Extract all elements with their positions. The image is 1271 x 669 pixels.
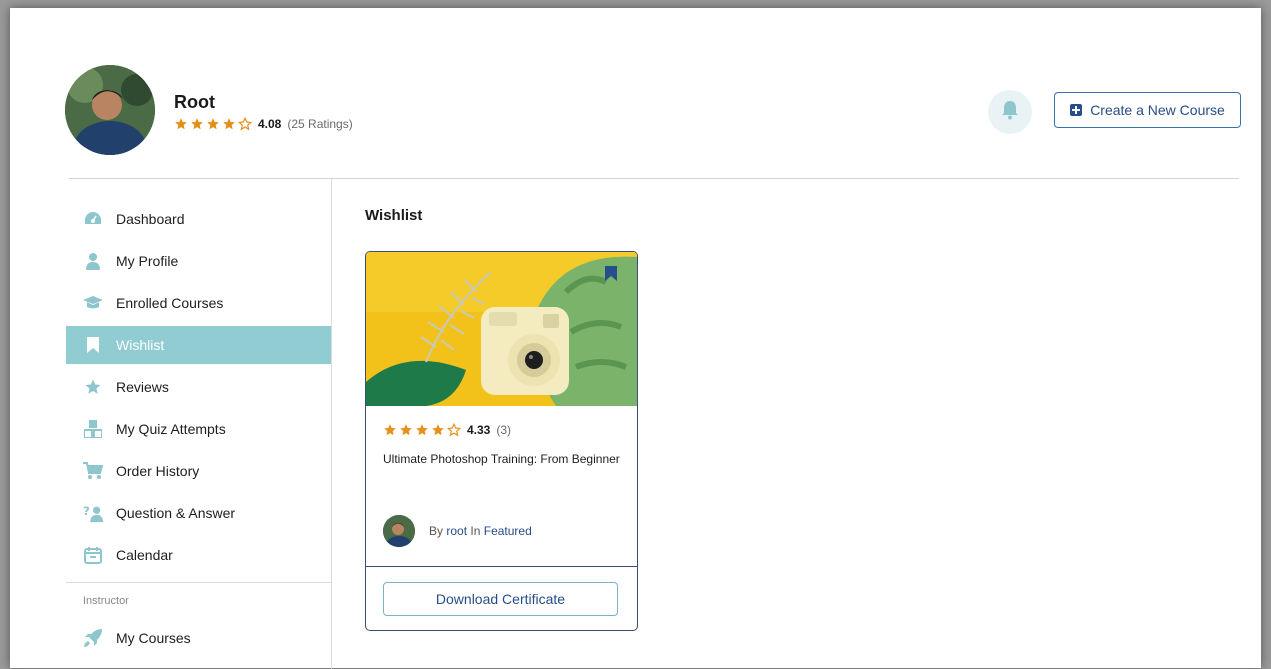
sidebar-item-dashboard[interactable]: Dashboard xyxy=(66,200,331,238)
sidebar-item-label: Question & Answer xyxy=(116,505,236,521)
course-title[interactable]: Ultimate Photoshop Training: From Beginn… xyxy=(383,449,623,470)
star-filled-icon xyxy=(431,423,445,437)
page-title: Wishlist xyxy=(365,207,423,224)
sidebar-divider xyxy=(331,179,332,669)
notification-button[interactable] xyxy=(988,90,1032,134)
course-card[interactable]: 4.33 (3) Ultimate Photoshop Training: Fr… xyxy=(365,251,638,631)
star-filled-icon xyxy=(206,117,220,131)
sidebar-item-label: Order History xyxy=(116,463,200,479)
user-rating-value: 4.08 xyxy=(258,117,282,131)
sidebar-item-wishlist[interactable]: Wishlist xyxy=(66,326,331,364)
bookmark-icon xyxy=(83,335,103,355)
course-rating: 4.33 (3) xyxy=(383,422,512,437)
calendar-icon xyxy=(83,545,103,565)
course-author: By root In Featured xyxy=(383,515,532,547)
sidebar-item-label: Dashboard xyxy=(116,211,185,227)
create-course-button[interactable]: Create a New Course xyxy=(1054,92,1241,128)
sidebar-nav: Dashboard My Profile Enrolled Courses Wi… xyxy=(66,200,331,661)
sidebar-item-my-profile[interactable]: My Profile xyxy=(66,242,331,280)
user-name: Root xyxy=(174,92,215,112)
author-prefix: By xyxy=(429,524,444,538)
sidebar-section-instructor: Instructor xyxy=(83,595,129,607)
dashboard-icon xyxy=(83,209,103,229)
sidebar-item-calendar[interactable]: Calendar xyxy=(66,536,331,574)
graduation-cap-icon xyxy=(83,293,103,313)
category-link[interactable]: Featured xyxy=(484,524,532,538)
header-divider xyxy=(69,178,1239,179)
sidebar-item-label: My Courses xyxy=(116,630,191,646)
profile-avatar[interactable] xyxy=(65,65,155,155)
download-certificate-button[interactable]: Download Certificate xyxy=(383,582,618,616)
sidebar-item-question-answer[interactable]: ? Question & Answer xyxy=(66,494,331,532)
sidebar-item-label: Reviews xyxy=(116,379,169,395)
sidebar-item-label: Calendar xyxy=(116,547,173,563)
star-icon xyxy=(83,377,103,397)
question-icon: ? xyxy=(83,503,103,523)
sidebar-item-my-courses[interactable]: My Courses xyxy=(66,619,331,657)
rocket-icon xyxy=(83,628,103,648)
card-divider xyxy=(366,566,637,567)
bell-icon xyxy=(1001,100,1019,125)
author-avatar xyxy=(383,515,415,547)
author-link[interactable]: root xyxy=(446,524,467,538)
create-course-label: Create a New Course xyxy=(1090,102,1225,118)
sidebar-item-order-history[interactable]: Order History xyxy=(66,452,331,490)
star-filled-icon xyxy=(399,423,413,437)
course-rating-count: (3) xyxy=(496,423,512,437)
star-empty-icon xyxy=(237,116,253,131)
svg-text:?: ? xyxy=(83,504,90,518)
user-rating-count: (25 Ratings) xyxy=(287,117,353,131)
cart-icon xyxy=(83,461,103,481)
sidebar-item-my-quiz-attempts[interactable]: My Quiz Attempts xyxy=(66,410,331,448)
bookmark-icon[interactable] xyxy=(605,266,617,286)
sidebar-item-label: My Quiz Attempts xyxy=(116,421,226,437)
course-thumbnail[interactable] xyxy=(366,252,637,406)
sidebar-section-divider xyxy=(66,582,331,583)
star-filled-icon xyxy=(415,423,429,437)
quiz-icon xyxy=(83,419,103,439)
sidebar-item-label: My Profile xyxy=(116,253,179,269)
user-rating: 4.08 (25 Ratings) xyxy=(174,116,353,131)
sidebar-item-reviews[interactable]: Reviews xyxy=(66,368,331,406)
user-icon xyxy=(83,251,103,271)
star-filled-icon xyxy=(222,117,236,131)
star-empty-icon xyxy=(446,422,462,437)
course-rating-value: 4.33 xyxy=(467,423,491,437)
star-filled-icon xyxy=(190,117,204,131)
star-filled-icon xyxy=(174,117,188,131)
course-rating-stars xyxy=(383,422,462,437)
plus-square-icon xyxy=(1070,104,1083,116)
category-prefix: In xyxy=(470,524,481,538)
sidebar-item-enrolled-courses[interactable]: Enrolled Courses xyxy=(66,284,331,322)
app-window: Root 4.08 (25 Ratings) Create a New Cour… xyxy=(10,8,1261,669)
star-filled-icon xyxy=(383,423,397,437)
sidebar-item-label: Wishlist xyxy=(116,337,165,353)
sidebar-item-label: Enrolled Courses xyxy=(116,295,224,311)
user-rating-stars xyxy=(174,116,253,131)
